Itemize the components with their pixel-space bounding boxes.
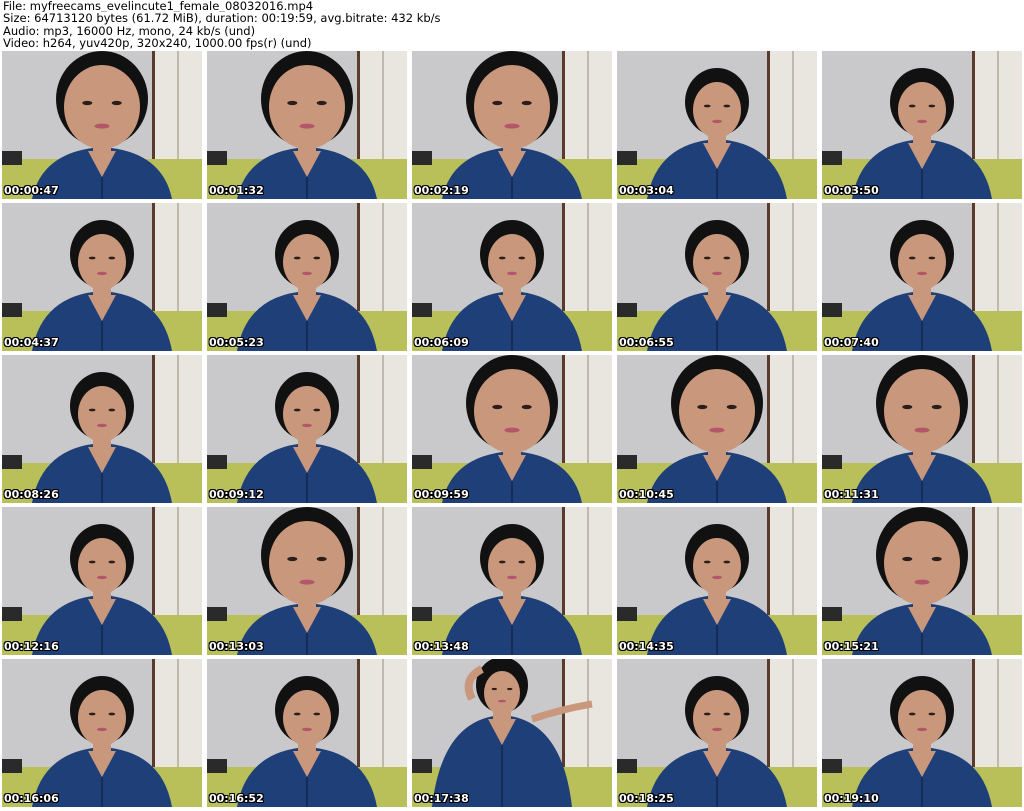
- video-thumbnail: 00:09:12: [207, 355, 407, 503]
- thumbnail-grid: 00:00:47 00:01:32 00:02:19 00:03:04 00:03:50…: [2, 51, 1022, 809]
- thumbnail-frame-image: [207, 659, 407, 807]
- thumbnail-frame-image: [412, 507, 612, 655]
- thumbnail-frame-image: [617, 355, 817, 503]
- thumbnail-frame-image: [2, 203, 202, 351]
- thumbnail-timestamp: 00:01:32: [209, 184, 264, 197]
- thumbnail-frame-image: [822, 51, 1022, 199]
- thumbnail-timestamp: 00:11:31: [824, 488, 879, 501]
- video-thumbnail: 00:12:16: [2, 507, 202, 655]
- thumbnail-timestamp: 00:12:16: [4, 640, 59, 653]
- thumbnail-timestamp: 00:06:09: [414, 336, 469, 349]
- thumbnail-timestamp: 00:07:40: [824, 336, 879, 349]
- thumbnail-timestamp: 00:16:52: [209, 792, 264, 805]
- video-thumbnail: 00:04:37: [2, 203, 202, 351]
- video-thumbnail: 00:08:26: [2, 355, 202, 503]
- audio-info-line: Audio: mp3, 16000 Hz, mono, 24 kb/s (und…: [3, 24, 256, 38]
- thumbnail-timestamp: 00:03:50: [824, 184, 879, 197]
- thumbnail-timestamp: 00:17:38: [414, 792, 469, 805]
- thumbnail-frame-image: [822, 355, 1022, 503]
- thumbnail-frame-image: [412, 51, 612, 199]
- video-thumbnail: 00:10:45: [617, 355, 817, 503]
- thumbnail-frame-image: [822, 203, 1022, 351]
- thumbnail-frame-image: [207, 355, 407, 503]
- thumbnail-timestamp: 00:14:35: [619, 640, 674, 653]
- video-thumbnail: 00:14:35: [617, 507, 817, 655]
- thumbnail-timestamp: 00:13:03: [209, 640, 264, 653]
- thumbnail-timestamp: 00:18:25: [619, 792, 674, 805]
- thumbnail-frame-image: [617, 507, 817, 655]
- thumbnail-frame-image: [617, 203, 817, 351]
- video-thumbnail: 00:18:25: [617, 659, 817, 807]
- thumbnail-timestamp: 00:16:06: [4, 792, 59, 805]
- video-info-line: Video: h264, yuv420p, 320x240, 1000.00 f…: [3, 37, 312, 50]
- video-thumbnail: 00:13:48: [412, 507, 612, 655]
- thumbnail-frame-image: [617, 51, 817, 199]
- thumbnail-frame-image: [207, 507, 407, 655]
- thumbnail-frame-image: [2, 355, 202, 503]
- thumbnail-frame-image: [207, 51, 407, 199]
- video-thumbnail: 00:03:04: [617, 51, 817, 199]
- thumbnail-frame-image: [412, 203, 612, 351]
- video-thumbnail: 00:09:59: [412, 355, 612, 503]
- thumbnail-frame-image: [2, 507, 202, 655]
- thumbnail-timestamp: 00:15:21: [824, 640, 879, 653]
- video-thumbnail: 00:03:50: [822, 51, 1022, 199]
- thumbnail-frame-image: [412, 355, 612, 503]
- thumbnail-timestamp: 00:19:10: [824, 792, 879, 805]
- file-size-line: Size: 64713120 bytes (61.72 MiB), durati…: [3, 12, 441, 25]
- video-thumbnail: 00:07:40: [822, 203, 1022, 351]
- thumbnail-timestamp: 00:02:19: [414, 184, 469, 197]
- thumbnail-frame-image: [822, 507, 1022, 655]
- thumbnail-frame-image: [2, 659, 202, 807]
- thumbnail-frame-image: [412, 659, 612, 807]
- thumbnail-timestamp: 00:10:45: [619, 488, 674, 501]
- video-thumbnail: 00:11:31: [822, 355, 1022, 503]
- video-thumbnail: 00:16:52: [207, 659, 407, 807]
- video-thumbnail: 00:06:55: [617, 203, 817, 351]
- video-thumbnail: 00:02:19: [412, 51, 612, 199]
- thumbnail-frame-image: [2, 51, 202, 199]
- thumbnail-frame-image: [822, 659, 1022, 807]
- thumbnail-timestamp: 00:08:26: [4, 488, 59, 501]
- video-thumbnail: 00:17:38: [412, 659, 612, 807]
- file-info-header: File: myfreecams_evelincute1_female_0803…: [3, 0, 1021, 50]
- thumbnail-timestamp: 00:04:37: [4, 336, 59, 349]
- video-thumbnail: 00:16:06: [2, 659, 202, 807]
- thumbnail-frame-image: [207, 203, 407, 351]
- video-thumbnail: 00:19:10: [822, 659, 1022, 807]
- thumbnail-timestamp: 00:06:55: [619, 336, 674, 349]
- video-thumbnail: 00:06:09: [412, 203, 612, 351]
- thumbnail-timestamp: 00:00:47: [4, 184, 59, 197]
- file-name-line: File: myfreecams_evelincute1_female_0803…: [3, 0, 314, 13]
- thumbnail-timestamp: 00:05:23: [209, 336, 264, 349]
- thumbnail-timestamp: 00:13:48: [414, 640, 469, 653]
- video-thumbnail: 00:00:47: [2, 51, 202, 199]
- thumbnail-timestamp: 00:09:12: [209, 488, 264, 501]
- video-thumbnail: 00:05:23: [207, 203, 407, 351]
- thumbnail-frame-image: [617, 659, 817, 807]
- video-thumbnail: 00:13:03: [207, 507, 407, 655]
- video-thumbnail: 00:01:32: [207, 51, 407, 199]
- video-thumbnail: 00:15:21: [822, 507, 1022, 655]
- thumbnail-timestamp: 00:03:04: [619, 184, 674, 197]
- thumbnail-timestamp: 00:09:59: [414, 488, 469, 501]
